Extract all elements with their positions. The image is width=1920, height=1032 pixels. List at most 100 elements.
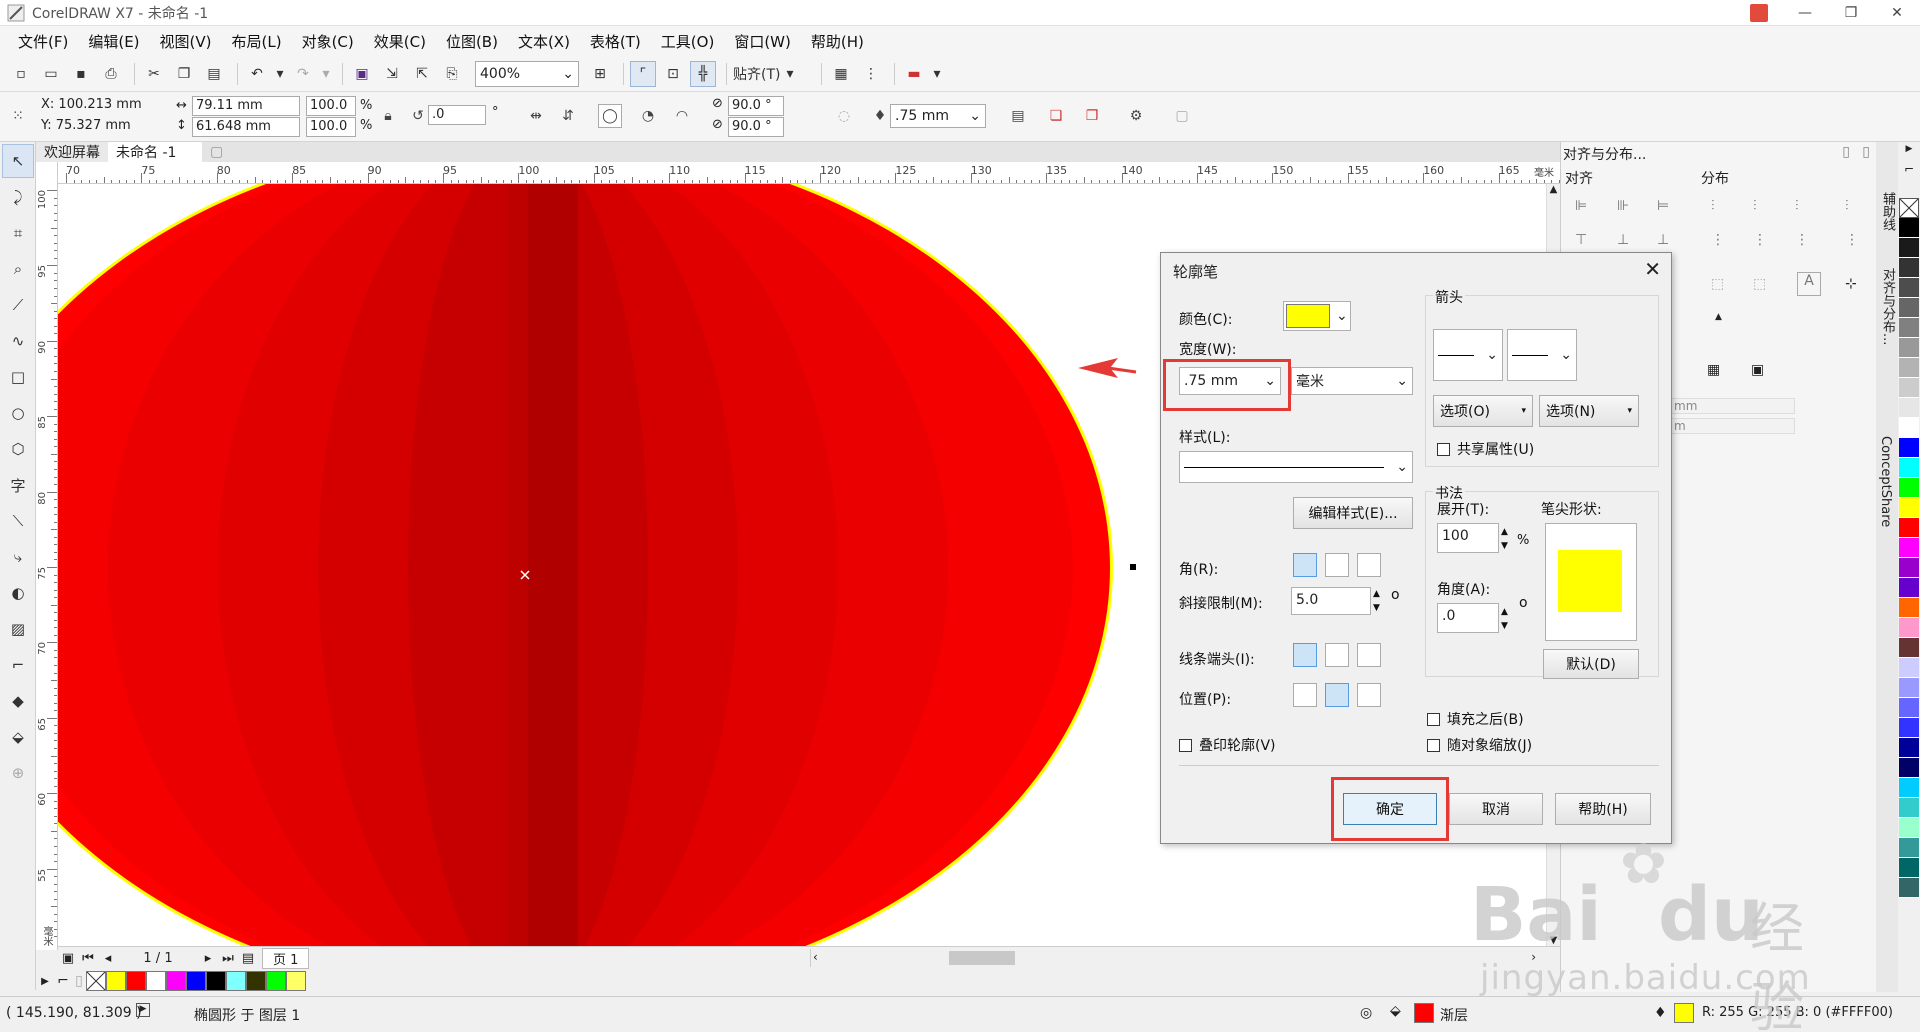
ellipse-mode-icon[interactable]: ◯	[598, 104, 622, 128]
angle-spin-icon[interactable]: ▲ ▼	[1501, 605, 1508, 633]
vswatch-violet[interactable]	[1899, 578, 1919, 598]
arc-mode-icon[interactable]: ◠	[670, 104, 694, 128]
tab-welcome-screen[interactable]: 欢迎屏幕	[36, 142, 108, 162]
show-guidelines-icon[interactable]: ╬	[690, 60, 716, 87]
undo-icon[interactable]: ↶	[244, 61, 270, 87]
to-back-icon[interactable]: ❐	[1080, 104, 1104, 128]
copy-icon[interactable]: ❐	[171, 61, 197, 87]
vswatch-royal-blue[interactable]	[1899, 718, 1919, 738]
vswatch-sky-blue[interactable]	[1899, 778, 1919, 798]
dialog-close-icon[interactable]: ✕	[1644, 257, 1661, 281]
page-tab[interactable]: 页 1	[262, 948, 310, 969]
menu-table[interactable]: 表格(T)	[580, 26, 651, 56]
align-to-page-edge-icon[interactable]: ⬚	[1753, 276, 1766, 292]
vswatch-brown[interactable]	[1899, 638, 1919, 658]
menu-edit[interactable]: 编辑(E)	[78, 26, 149, 56]
scale-x-field[interactable]: 100.0	[306, 96, 356, 116]
menu-tools[interactable]: 工具(O)	[651, 26, 725, 56]
swatch-yellow[interactable]	[106, 971, 126, 991]
position-x-field[interactable]: X: 100.213 mm	[38, 96, 162, 116]
expand-arrow-icon[interactable]: ▲	[1715, 312, 1722, 322]
mirror-horizontal-icon[interactable]: ⇹	[524, 104, 548, 128]
show-rulers-icon[interactable]: ⌜	[630, 60, 656, 87]
tab-untitled-1[interactable]: 未命名 -1	[108, 142, 202, 162]
corner-miter-icon[interactable]	[1293, 553, 1317, 577]
snap-to-button[interactable]: 贴齐(T) ▾	[733, 61, 811, 87]
grid-icon[interactable]: ▦	[1707, 362, 1720, 378]
miter-limit-field[interactable]: 5.0	[1291, 587, 1371, 615]
vswatch-slate-blue[interactable]	[1899, 698, 1919, 718]
outline-color-picker[interactable]: ⌄	[1283, 301, 1351, 331]
stretch-spin-icon[interactable]: ▲ ▼	[1501, 525, 1508, 553]
position-center-icon[interactable]	[1325, 683, 1349, 707]
text-tool-icon[interactable]: 字	[2, 468, 34, 502]
save-icon[interactable]: ▪	[68, 61, 94, 87]
import-icon[interactable]: ⇲	[379, 61, 405, 87]
arrow-options-start-button[interactable]: 选项(O) ▾	[1433, 395, 1533, 427]
docker-close-icon[interactable]: ▯	[1862, 144, 1870, 160]
align-right-icon[interactable]: ⊨	[1657, 198, 1669, 214]
distribute-bottom-icon[interactable]: ⋮	[1795, 232, 1809, 248]
offset-field-1[interactable]: mm	[1671, 398, 1795, 414]
swatch-light-yellow[interactable]	[286, 971, 306, 991]
distribute-middle-icon[interactable]: ⋮	[1753, 232, 1767, 248]
vswatch-navy[interactable]	[1899, 738, 1919, 758]
cap-extended-icon[interactable]	[1357, 643, 1381, 667]
dock-tab-align[interactable]: 对齐与分布...	[1878, 268, 1897, 345]
vswatch-cyan[interactable]	[1899, 458, 1919, 478]
menu-help[interactable]: 帮助(H)	[801, 26, 874, 56]
pie-mode-icon[interactable]: ◔	[636, 104, 660, 128]
convert-to-curves-icon[interactable]: ⚙	[1124, 104, 1148, 128]
ellipse-tool-icon[interactable]: ○	[2, 396, 34, 430]
page-options-icon[interactable]: ▣	[58, 951, 78, 966]
show-grid-icon[interactable]: ⊡	[660, 61, 686, 87]
distribute-right-icon[interactable]: ⫶	[1795, 198, 1799, 214]
vswatch-blue[interactable]	[1899, 438, 1919, 458]
cut-icon[interactable]: ✂	[141, 61, 167, 87]
corner-round-icon[interactable]	[1325, 553, 1349, 577]
zoom-tool-icon[interactable]: ⌕	[2, 252, 34, 286]
cap-round-icon[interactable]	[1325, 643, 1349, 667]
rectangle-tool-icon[interactable]: □	[2, 360, 34, 394]
scale-y-field[interactable]: 100.0	[306, 117, 356, 137]
prev-page-icon[interactable]: ◂	[98, 951, 118, 966]
zoom-level-select[interactable]: 400% ⌄	[475, 60, 579, 87]
polygon-tool-icon[interactable]: ⬡	[2, 432, 34, 466]
palette-menu-icon[interactable]: ▯	[72, 973, 86, 989]
vswatch-gray-80[interactable]	[1899, 258, 1919, 278]
behind-fill-checkbox[interactable]	[1427, 713, 1440, 726]
nib-shape-preview[interactable]	[1545, 523, 1637, 641]
new-tab-icon[interactable]: ▢	[202, 142, 231, 162]
vswatch-periwinkle[interactable]	[1899, 678, 1919, 698]
align-center-h-icon[interactable]: ⊪	[1617, 198, 1629, 214]
default-nib-button[interactable]: 默认(D)	[1543, 649, 1639, 679]
new-icon[interactable]: ▫	[8, 61, 34, 87]
offset-field-2[interactable]: m	[1671, 418, 1795, 434]
crop-tool-icon[interactable]: ⌗	[2, 216, 34, 250]
cancel-button[interactable]: 取消	[1449, 793, 1543, 825]
dock-tab-guidelines[interactable]: 辅助线	[1878, 192, 1897, 231]
vswatch-green[interactable]	[1899, 478, 1919, 498]
start-angle-field[interactable]: 90.0 °	[728, 96, 784, 116]
vswatch-gray-70[interactable]	[1899, 278, 1919, 298]
vswatch-gray-60[interactable]	[1899, 298, 1919, 318]
vswatch-orange[interactable]	[1899, 598, 1919, 618]
menu-effects[interactable]: 效果(C)	[364, 26, 436, 56]
swatch-red[interactable]	[126, 971, 146, 991]
swatch-blue[interactable]	[186, 971, 206, 991]
align-to-text-icon[interactable]: A	[1797, 272, 1821, 296]
last-page-icon[interactable]: ⏭	[218, 951, 238, 966]
vswatch-yellow[interactable]	[1899, 498, 1919, 518]
menu-layout[interactable]: 布局(L)	[222, 26, 292, 56]
align-top-icon[interactable]: ⊤	[1575, 232, 1587, 248]
palette-arrow-icon[interactable]: ▶	[36, 976, 54, 987]
interactive-fill-icon[interactable]: ◆	[2, 684, 34, 718]
menu-object[interactable]: 对象(C)	[292, 26, 364, 56]
connector-tool-icon[interactable]: ⤷	[2, 540, 34, 574]
vswatch-white[interactable]	[1899, 418, 1919, 438]
vswatch-mint[interactable]	[1899, 818, 1919, 838]
scroll-thumb[interactable]	[949, 951, 1015, 965]
align-to-selected-icon[interactable]: ⬚	[1711, 276, 1724, 292]
vswatch-black[interactable]	[1899, 218, 1919, 238]
vswatch-gray-50[interactable]	[1899, 318, 1919, 338]
